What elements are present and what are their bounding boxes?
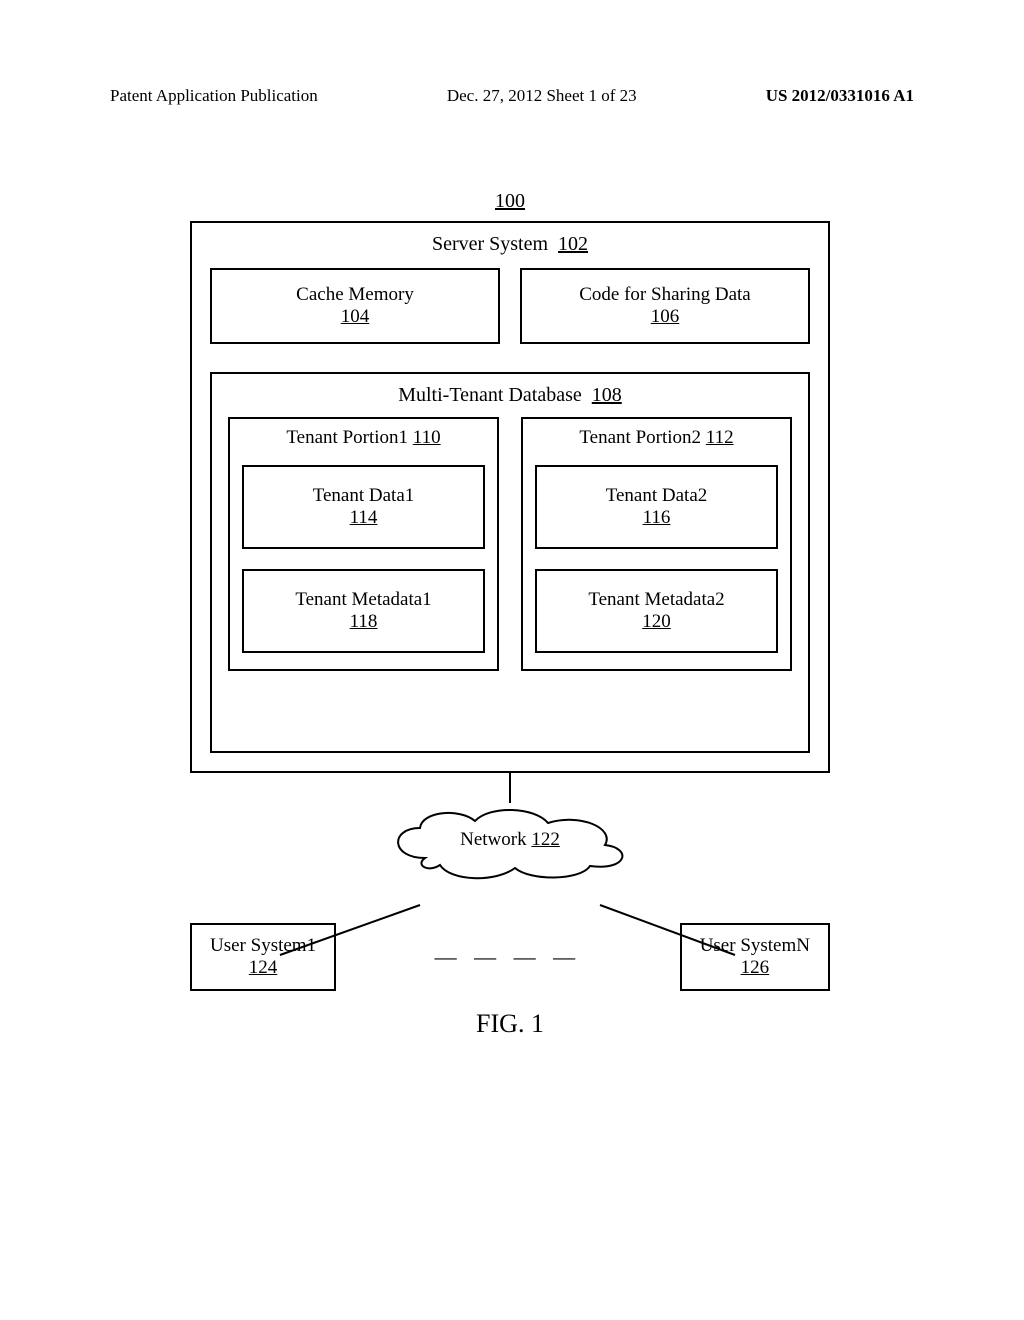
code-sharing-text: Code for Sharing Data [526, 284, 804, 306]
ref-116: 116 [541, 507, 772, 529]
server-system-box: Server System 102 Cache Memory 104 Code … [190, 221, 830, 773]
tenant-portion1-label: Tenant Portion1 110 [242, 427, 485, 449]
server-top-row: Cache Memory 104 Code for Sharing Data 1… [210, 268, 810, 344]
ref-124: 124 [210, 957, 316, 979]
ref-106: 106 [526, 306, 804, 328]
cache-memory-text: Cache Memory [216, 284, 494, 306]
server-system-label: Server System 102 [210, 233, 810, 256]
ref-122: 122 [531, 829, 560, 850]
tenant-portion1-box: Tenant Portion1 110 Tenant Data1 114 Ten… [228, 417, 499, 671]
user-systemN-text: User SystemN [700, 935, 810, 957]
figure-1: 100 Server System 102 Cache Memory 104 C… [190, 190, 830, 1039]
header-publication-type: Patent Application Publication [110, 86, 318, 106]
user-system1-text: User System1 [210, 935, 316, 957]
tenant-meta2-text: Tenant Metadata2 [541, 589, 772, 611]
ref-112: 112 [706, 427, 734, 448]
connector-server-to-network [509, 773, 511, 803]
tenant-portion2-label: Tenant Portion2 112 [535, 427, 778, 449]
ref-100: 100 [190, 190, 830, 213]
tenant-meta2-box: Tenant Metadata2 120 [535, 569, 778, 653]
ref-108: 108 [592, 384, 622, 406]
ref-126: 126 [700, 957, 810, 979]
tenant-data1-box: Tenant Data1 114 [242, 465, 485, 549]
ref-102: 102 [558, 233, 588, 255]
network-label: Network 122 [460, 829, 560, 851]
tenant-data2-text: Tenant Data2 [541, 485, 772, 507]
multi-tenant-db-text: Multi-Tenant Database [398, 384, 582, 406]
user-system1-box: User System1 124 [190, 923, 336, 991]
tenant-data2-box: Tenant Data2 116 [535, 465, 778, 549]
network-cloud: Network 122 [190, 803, 830, 883]
code-sharing-box: Code for Sharing Data 106 [520, 268, 810, 344]
ref-114: 114 [248, 507, 479, 529]
figure-caption: FIG. 1 [190, 1009, 830, 1039]
tenant-meta1-box: Tenant Metadata1 118 [242, 569, 485, 653]
ref-118: 118 [248, 611, 479, 633]
header-publication-number: US 2012/0331016 A1 [766, 86, 914, 106]
tenant-meta1-text: Tenant Metadata1 [248, 589, 479, 611]
user-systems-row: User System1 124 — — — — User SystemN 12… [190, 923, 830, 991]
multi-tenant-db-box: Multi-Tenant Database 108 Tenant Portion… [210, 372, 810, 753]
tenant-portion1-text: Tenant Portion1 [286, 427, 408, 448]
multi-tenant-db-label: Multi-Tenant Database 108 [228, 384, 792, 407]
tenant-portion2-box: Tenant Portion2 112 Tenant Data2 116 Ten… [521, 417, 792, 671]
page: Patent Application Publication Dec. 27, … [0, 0, 1024, 1320]
page-header: Patent Application Publication Dec. 27, … [0, 86, 1024, 106]
server-system-text: Server System [432, 233, 548, 255]
ellipsis-dashes: — — — — [336, 944, 680, 970]
tenant-portions-row: Tenant Portion1 110 Tenant Data1 114 Ten… [228, 417, 792, 671]
network-text: Network [460, 829, 526, 850]
tenant-portion2-text: Tenant Portion2 [579, 427, 701, 448]
ref-110: 110 [413, 427, 441, 448]
ref-120: 120 [541, 611, 772, 633]
user-systemN-box: User SystemN 126 [680, 923, 830, 991]
ref-104: 104 [216, 306, 494, 328]
header-date-sheet: Dec. 27, 2012 Sheet 1 of 23 [447, 86, 637, 106]
cache-memory-box: Cache Memory 104 [210, 268, 500, 344]
tenant-data1-text: Tenant Data1 [248, 485, 479, 507]
